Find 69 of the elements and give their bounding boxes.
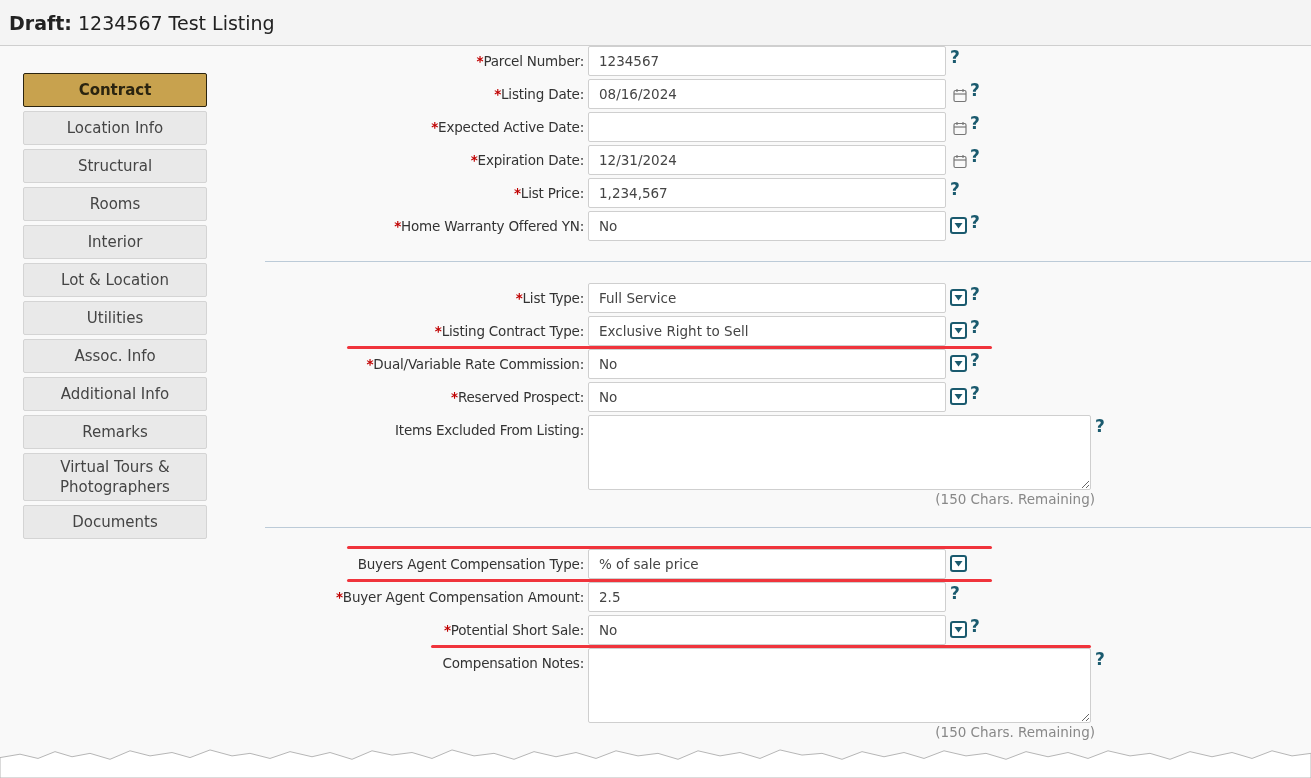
sidebar-tab[interactable]: Remarks (23, 415, 207, 449)
dropdown-icon[interactable] (950, 355, 967, 372)
dropdown-field[interactable]: No (588, 382, 946, 412)
field-label: Compensation Notes: (441, 654, 585, 671)
help-icon[interactable]: ? (970, 284, 980, 304)
help-icon[interactable]: ? (1095, 416, 1105, 436)
help-icon[interactable]: ? (970, 383, 980, 403)
dropdown-field[interactable]: % of sale price (588, 549, 946, 579)
field-label: *Parcel Number: (475, 52, 585, 69)
date-field[interactable]: 12/31/2024 (588, 145, 946, 175)
sidebar-tab[interactable]: Lot & Location (23, 263, 207, 297)
help-icon[interactable]: ? (970, 616, 980, 636)
page-title: Draft: 1234567 Test Listing (9, 11, 275, 34)
help-icon[interactable]: ? (1095, 649, 1105, 669)
field-label: *Expiration Date: (469, 151, 585, 168)
dropdown-field[interactable]: Exclusive Right to Sell (588, 316, 946, 346)
sidebar-tab[interactable]: Assoc. Info (23, 339, 207, 373)
textarea-field[interactable] (588, 415, 1091, 490)
field-label: *Potential Short Sale: (442, 621, 585, 638)
sidebar-tab[interactable]: Contract (23, 73, 207, 107)
dropdown-icon[interactable] (950, 555, 967, 572)
dropdown-icon[interactable] (950, 322, 967, 339)
dropdown-icon[interactable] (950, 289, 967, 306)
field-label: *Listing Contract Type: (433, 322, 585, 339)
field-label: *Home Warranty Offered YN: (393, 217, 585, 234)
calendar-icon[interactable] (953, 121, 967, 136)
sidebar-tab[interactable]: Location Info (23, 111, 207, 145)
dropdown-field[interactable]: No (588, 211, 946, 241)
field-label: Buyers Agent Compensation Type: (356, 555, 585, 572)
help-icon[interactable]: ? (950, 47, 960, 67)
field-label: *Reserved Prospect: (450, 388, 585, 405)
sidebar-tab[interactable]: Utilities (23, 301, 207, 335)
help-icon[interactable]: ? (970, 146, 980, 166)
help-icon[interactable]: ? (970, 350, 980, 370)
dropdown-field[interactable]: No (588, 615, 946, 645)
help-icon[interactable]: ? (950, 583, 960, 603)
dropdown-field[interactable]: No (588, 349, 946, 379)
dropdown-icon[interactable] (950, 388, 967, 405)
sidebar-tab[interactable]: Structural (23, 149, 207, 183)
help-icon[interactable]: ? (950, 179, 960, 199)
input-field[interactable]: 2.5 (588, 582, 946, 612)
help-icon[interactable]: ? (970, 113, 980, 133)
help-icon[interactable]: ? (970, 212, 980, 232)
field-label: *List Price: (512, 184, 585, 201)
sidebar-tab[interactable]: Interior (23, 225, 207, 259)
dropdown-icon[interactable] (950, 217, 967, 234)
sidebar-tab[interactable]: Documents (23, 505, 207, 539)
textarea-field[interactable] (588, 648, 1091, 723)
field-label: *Dual/Variable Rate Commission: (365, 355, 585, 372)
dropdown-field[interactable]: Full Service (588, 283, 946, 313)
field-label: *Buyer Agent Compensation Amount: (335, 588, 585, 605)
field-label: *Expected Active Date: (430, 118, 585, 135)
help-icon[interactable]: ? (970, 317, 980, 337)
help-icon[interactable]: ? (970, 80, 980, 100)
chars-remaining: (150 Chars. Remaining) (935, 724, 1095, 740)
field-label: Items Excluded From Listing: (394, 421, 585, 438)
sidebar-tab[interactable]: Additional Info (23, 377, 207, 411)
chars-remaining: (150 Chars. Remaining) (935, 491, 1095, 507)
date-field[interactable]: 08/16/2024 (588, 79, 946, 109)
dropdown-icon[interactable] (950, 621, 967, 638)
calendar-icon[interactable] (953, 88, 967, 103)
input-field[interactable]: 1234567 (588, 46, 946, 76)
input-field[interactable]: 1,234,567 (588, 178, 946, 208)
field-label: *Listing Date: (493, 85, 585, 102)
sidebar-tab[interactable]: Rooms (23, 187, 207, 221)
calendar-icon[interactable] (953, 154, 967, 169)
field-label: *List Type: (514, 289, 585, 306)
sidebar-tab[interactable]: Virtual Tours & Photographers (23, 453, 207, 501)
date-field[interactable] (588, 112, 946, 142)
